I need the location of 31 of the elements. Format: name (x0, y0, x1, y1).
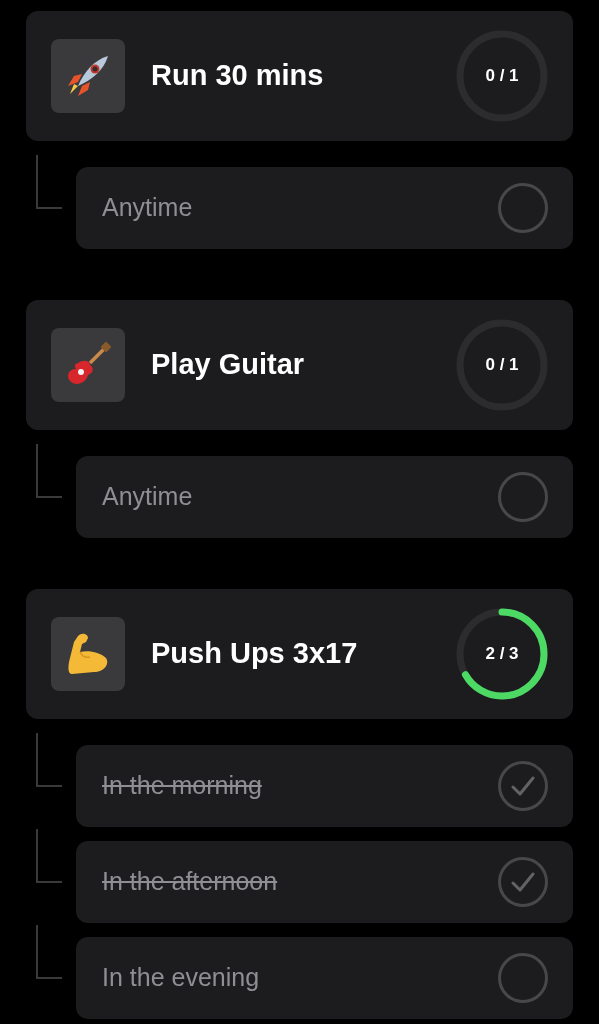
time-slot-row[interactable]: Anytime (76, 167, 573, 249)
connector-line (36, 733, 62, 787)
time-slot-label: Anytime (102, 481, 194, 513)
checkbox[interactable] (498, 761, 548, 811)
habit-card[interactable]: Run 30 mins 0 / 1 (26, 11, 573, 141)
checkbox[interactable] (498, 472, 548, 522)
connector-line (36, 155, 62, 209)
time-slot-label: In the evening (102, 962, 261, 994)
time-slot-label: In the morning (102, 770, 263, 802)
checkbox[interactable] (498, 953, 548, 1003)
progress-count: 0 / 1 (485, 65, 519, 88)
progress-count: 0 / 1 (485, 354, 519, 377)
check-icon (511, 872, 535, 892)
connector-line (36, 925, 62, 979)
time-slot-row[interactable]: In the afternoon (76, 841, 573, 923)
time-slot-row[interactable]: In the morning (76, 745, 573, 827)
habit-title: Play Guitar (151, 347, 306, 383)
time-slot-row[interactable]: Anytime (76, 456, 573, 538)
checkbox[interactable] (498, 857, 548, 907)
connector-line (36, 444, 62, 498)
habit-title: Push Ups 3x17 (151, 636, 359, 672)
habit-title: Run 30 mins (151, 58, 325, 94)
habit-card[interactable]: Push Ups 3x17 2 / 3 (26, 589, 573, 719)
time-slot-label: Anytime (102, 192, 194, 224)
progress-count: 2 / 3 (485, 643, 519, 666)
connector-line (36, 829, 62, 883)
time-slot-label: In the afternoon (102, 866, 279, 898)
time-slot-row[interactable]: In the evening (76, 937, 573, 1019)
check-icon (511, 776, 535, 796)
habit-card[interactable]: Play Guitar 0 / 1 (26, 300, 573, 430)
checkbox[interactable] (498, 183, 548, 233)
